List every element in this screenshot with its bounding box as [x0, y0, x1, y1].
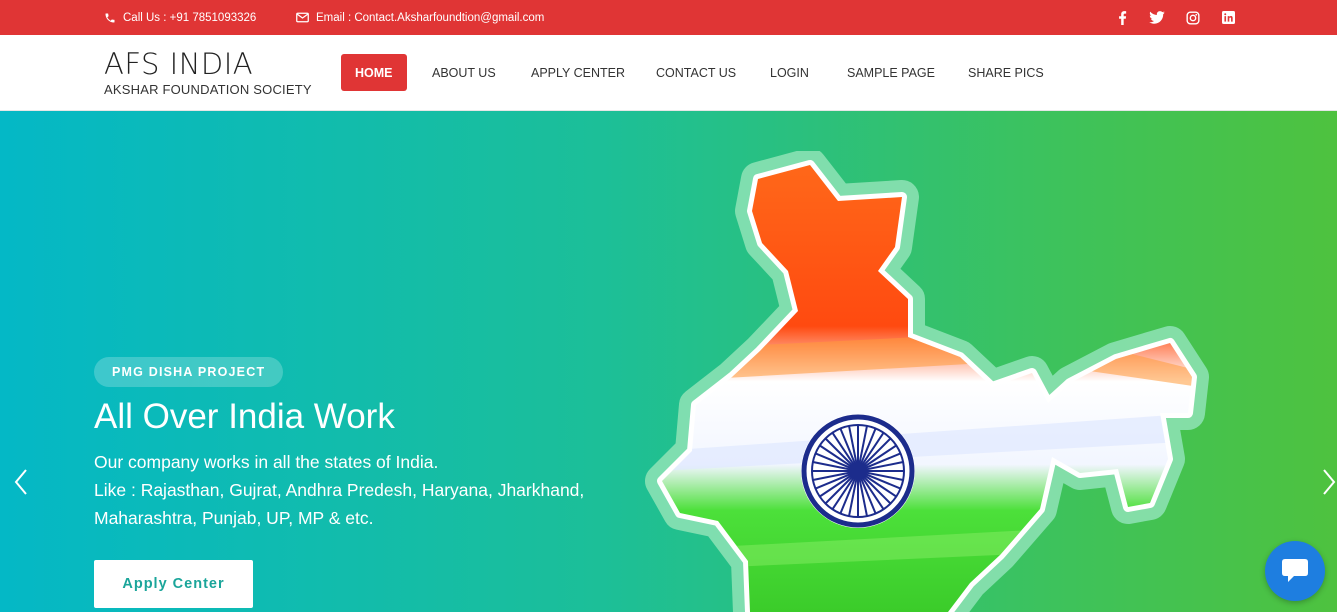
brand-subtitle: AKSHAR FOUNDATION SOCIETY: [104, 82, 312, 97]
hero-slider: PMG DISHA PROJECT All Over India Work Ou…: [0, 111, 1337, 612]
nav-login[interactable]: LOGIN: [770, 54, 809, 91]
nav-apply-center[interactable]: APPLY CENTER: [531, 54, 625, 91]
hero-desc-line-2: Like : Rajasthan, Gujrat, Andhra Predesh…: [94, 480, 585, 500]
facebook-icon[interactable]: [1113, 0, 1131, 35]
hero-desc-line-1: Our company works in all the states of I…: [94, 452, 439, 472]
nav-contact-us[interactable]: CONTACT US: [656, 54, 736, 91]
hero-desc-line-3: Maharashtra, Punjab, UP, MP & etc.: [94, 508, 374, 528]
hero-title: All Over India Work: [94, 397, 395, 436]
phone-contact[interactable]: Call Us : +91 7851093326: [104, 0, 256, 35]
site-header: AFS INDIA AKSHAR FOUNDATION SOCIETY HOME…: [0, 35, 1337, 111]
twitter-icon[interactable]: [1148, 0, 1166, 35]
slider-prev-arrow-icon[interactable]: [10, 467, 34, 497]
linkedin-icon[interactable]: [1219, 0, 1237, 35]
email-contact[interactable]: Email : Contact.Aksharfoundtion@gmail.co…: [296, 0, 544, 35]
phone-icon: [105, 13, 115, 22]
apply-center-button[interactable]: Apply Center: [94, 560, 253, 608]
email-label: Email : Contact.Aksharfoundtion@gmail.co…: [316, 11, 545, 24]
india-flag-map-illustration: [645, 151, 1209, 612]
project-badge: PMG DISHA PROJECT: [94, 357, 284, 387]
phone-label: Call Us : +91 7851093326: [123, 11, 257, 24]
ashoka-chakra-icon: [801, 414, 915, 528]
brand-title[interactable]: AFS INDIA: [104, 47, 253, 81]
slider-next-arrow-icon[interactable]: [1316, 467, 1337, 497]
nav-share-pics[interactable]: SHARE PICS: [968, 54, 1044, 91]
chat-bubble-icon: [1282, 559, 1308, 582]
nav-home[interactable]: HOME: [341, 54, 407, 91]
top-bar: Call Us : +91 7851093326 Email : Contact…: [0, 0, 1337, 35]
nav-about-us[interactable]: ABOUT US: [432, 54, 496, 91]
hero-description: Our company works in all the states of I…: [94, 448, 614, 532]
envelope-icon: [296, 12, 309, 23]
instagram-icon[interactable]: [1184, 0, 1202, 35]
chat-widget-button[interactable]: [1265, 541, 1325, 601]
nav-sample-page[interactable]: SAMPLE PAGE: [847, 54, 935, 91]
